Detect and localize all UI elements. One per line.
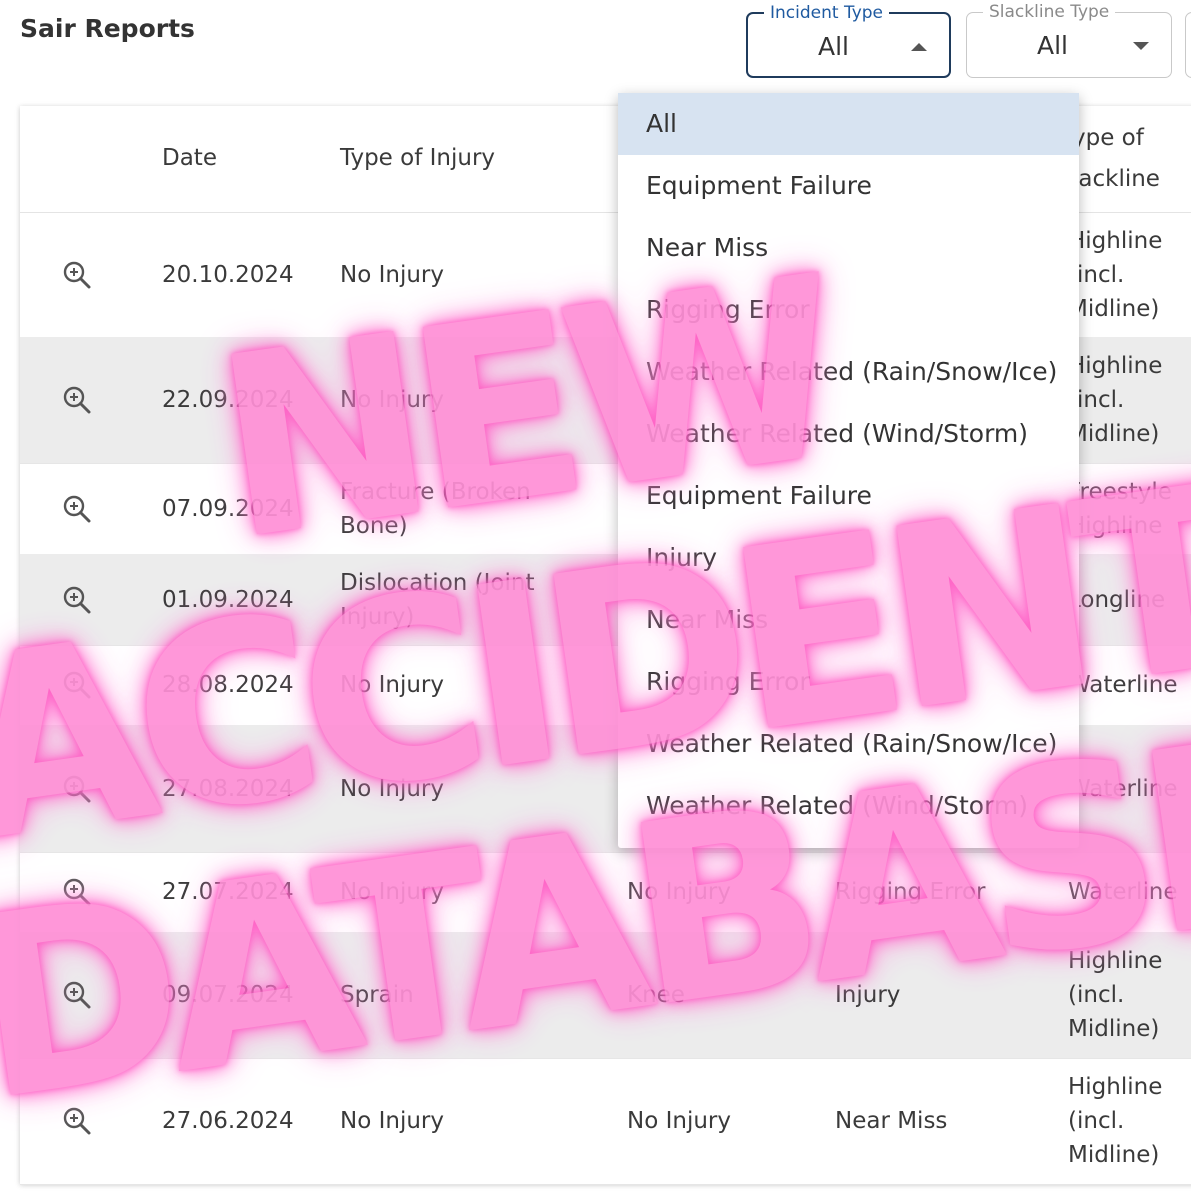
table-row[interactable]: 09.07.2024 Sprain Knee Injury Highline (incl.…: [20, 932, 1191, 1059]
cell-date: 28.08.2024: [162, 672, 294, 698]
cell-slackline: Highline (incl. Midline): [1068, 1070, 1162, 1172]
cell-slackline-line: Highline: [1068, 948, 1163, 974]
cell-slackline: Freestyle Highline: [1068, 475, 1172, 543]
slackline-type-value: All: [1037, 31, 1068, 60]
column-header-date[interactable]: Date: [162, 138, 217, 179]
cell-slackline-line: Waterline: [1068, 879, 1178, 905]
cell-injury: No Injury: [340, 261, 444, 288]
cell-slackline-line: Highline: [1068, 353, 1163, 379]
cell-slackline-line: Midline): [1068, 295, 1160, 322]
menu-item[interactable]: Rigging Error: [618, 279, 1079, 341]
cell-slackline-line: (incl.: [1068, 261, 1125, 288]
cell-slackline-line: (incl.: [1068, 982, 1125, 1008]
cell-slackline-line: Waterline: [1068, 672, 1178, 698]
menu-item[interactable]: Weather Related (Wind/Storm): [618, 403, 1079, 465]
cell-slackline: Highline (incl. Midline): [1068, 944, 1162, 1046]
cell-date: 07.09.2024: [162, 495, 294, 522]
column-header-slackline-line: ype of: [1072, 125, 1144, 151]
cell-injury: No Injury: [340, 672, 444, 698]
cell-date: 22.09.2024: [162, 387, 294, 413]
cell-injury: Dislocation (Joint Injury): [340, 569, 535, 630]
cell-slackline-line: (incl.: [1068, 387, 1125, 413]
menu-item[interactable]: Near Miss: [618, 589, 1079, 651]
zoom-in-icon[interactable]: [61, 979, 93, 1011]
cell-slackline: Waterline: [1068, 772, 1178, 806]
menu-item[interactable]: Near Miss: [618, 217, 1079, 279]
menu-item[interactable]: Equipment Failure: [618, 465, 1079, 527]
cell-slackline-line: Highline: [1068, 1074, 1163, 1100]
cell-date: 27.06.2024: [162, 1108, 294, 1134]
zoom-in-icon[interactable]: [61, 1105, 93, 1137]
cell-date: 27.08.2024: [162, 775, 294, 802]
column-header-slackline[interactable]: ype of lackline: [1072, 118, 1160, 200]
caret-down-icon: [1133, 42, 1149, 50]
menu-item[interactable]: Weather Related (Wind/Storm): [618, 775, 1079, 837]
table-row[interactable]: 27.07.2024 No Injury No Injury Rigging Erro…: [20, 852, 1191, 933]
cell-incident: No Injury: [627, 879, 731, 905]
zoom-in-icon[interactable]: [61, 259, 93, 291]
cell-incident: No Injury: [627, 1108, 731, 1134]
cell-slackline: Waterline: [1068, 875, 1178, 909]
menu-item[interactable]: All: [618, 93, 1079, 155]
zoom-in-icon[interactable]: [61, 773, 93, 805]
column-header-slackline-line: lackline: [1072, 166, 1160, 192]
page-title: Sair Reports: [20, 14, 195, 43]
incident-type-menu: All Equipment Failure Near Miss Rigging Err…: [618, 93, 1079, 848]
cell-slackline-line: Longline: [1068, 586, 1166, 613]
cell-slackline-line: Midline): [1068, 1142, 1160, 1168]
table-row[interactable]: 27.06.2024 No Injury No Injury Near Miss Hig…: [20, 1058, 1191, 1185]
slackline-type-select[interactable]: Slackline Type All: [966, 2, 1172, 78]
next-filter-select[interactable]: [1185, 12, 1191, 78]
cell-slackline-line: Midline): [1068, 421, 1160, 447]
cell-slackline: Highline (incl. Midline): [1068, 349, 1162, 451]
cell-incident: Knee: [627, 982, 685, 1008]
cell-type: Injury: [835, 982, 901, 1008]
cell-slackline-line: Midline): [1068, 1016, 1160, 1042]
incident-type-label: Incident Type: [764, 3, 889, 23]
cell-injury: No Injury: [340, 1108, 444, 1134]
cell-date: 20.10.2024: [162, 261, 294, 288]
column-header-injury[interactable]: Type of Injury: [340, 138, 495, 179]
zoom-in-icon[interactable]: [61, 584, 93, 616]
zoom-in-icon[interactable]: [61, 384, 93, 416]
caret-up-icon: [911, 43, 927, 51]
menu-item[interactable]: Injury: [618, 527, 1079, 589]
zoom-in-icon[interactable]: [61, 876, 93, 908]
menu-item[interactable]: Rigging Error: [618, 651, 1079, 713]
cell-slackline-line: (incl.: [1068, 1108, 1125, 1134]
zoom-in-icon[interactable]: [61, 669, 93, 701]
cell-slackline-line: Freestyle: [1068, 478, 1172, 505]
cell-type: Near Miss: [835, 1108, 948, 1134]
cell-slackline: Highline (incl. Midline): [1068, 224, 1162, 326]
menu-item[interactable]: Equipment Failure: [618, 155, 1079, 217]
cell-slackline-line: Highline: [1068, 512, 1163, 539]
zoom-in-icon[interactable]: [61, 493, 93, 525]
cell-injury: Fracture (Broken Bone): [340, 478, 531, 539]
incident-type-select[interactable]: Incident Type All: [746, 3, 951, 78]
cell-slackline: Longline: [1068, 583, 1165, 617]
cell-type: Rigging Error: [835, 879, 986, 905]
cell-injury: No Injury: [340, 387, 444, 413]
cell-slackline-line: Highline: [1068, 227, 1163, 254]
cell-date: 01.09.2024: [162, 586, 294, 613]
cell-slackline: Waterline: [1068, 668, 1178, 702]
menu-item[interactable]: Weather Related (Rain/Snow/Ice): [618, 713, 1079, 775]
cell-date: 27.07.2024: [162, 879, 294, 905]
cell-injury: Sprain: [340, 982, 414, 1008]
cell-injury: No Injury: [340, 879, 444, 905]
incident-type-value: All: [818, 32, 849, 61]
cell-injury: No Injury: [340, 775, 444, 802]
menu-item[interactable]: Weather Related (Rain/Snow/Ice): [618, 341, 1079, 403]
cell-slackline-line: Waterline: [1068, 775, 1178, 802]
cell-date: 09.07.2024: [162, 982, 294, 1008]
slackline-type-label: Slackline Type: [983, 2, 1116, 22]
